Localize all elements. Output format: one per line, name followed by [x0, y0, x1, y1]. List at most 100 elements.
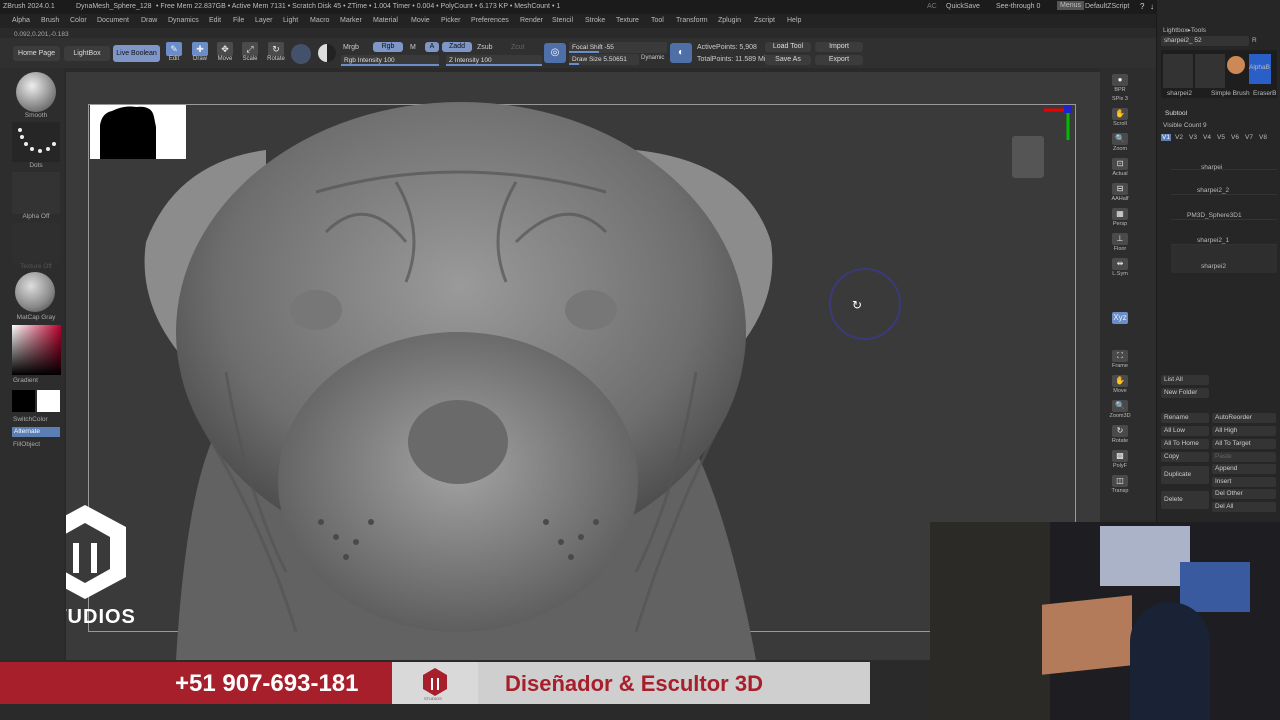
subtool-item[interactable]: sharpei	[1171, 144, 1277, 171]
actual-button[interactable]: ⊡ Actual	[1104, 158, 1136, 177]
autoreorder-button[interactable]: AutoReorder	[1212, 413, 1276, 423]
menu-brush[interactable]: Brush	[41, 17, 59, 24]
menu-stencil[interactable]: Stencil	[552, 17, 573, 24]
v1-button[interactable]: V1	[1161, 134, 1171, 141]
menu-texture[interactable]: Texture	[616, 17, 639, 24]
subtool-item[interactable]: sharpei2_2	[1171, 170, 1277, 195]
v6-button[interactable]: V6	[1231, 134, 1239, 141]
menu-light[interactable]: Light	[283, 17, 298, 24]
texture-slot[interactable]	[12, 223, 60, 263]
quicksave-button[interactable]: QuickSave	[946, 3, 980, 10]
rotate-view-button[interactable]: ↻ Rotate	[1104, 425, 1136, 444]
subtool-item[interactable]: PM3D_Sphere3D1	[1171, 195, 1277, 220]
delete-button[interactable]: Delete	[1161, 491, 1209, 509]
axis-gizmo[interactable]	[1038, 102, 1078, 152]
aahalf-button[interactable]: ⊟ AAHalf	[1104, 183, 1136, 202]
zcut-toggle[interactable]: Zcut	[511, 44, 525, 51]
main-color-swatch[interactable]	[37, 390, 60, 412]
menu-macro[interactable]: Macro	[310, 17, 329, 24]
menu-transform[interactable]: Transform	[676, 17, 708, 24]
rgb-intensity-slider[interactable]: Rgb Intensity 100	[341, 55, 439, 66]
view-cube-icon[interactable]	[1012, 136, 1044, 178]
transp-button[interactable]: ◫ Transp	[1104, 475, 1136, 494]
menu-material[interactable]: Material	[373, 17, 398, 24]
scroll-button[interactable]: ✋ Scroll	[1104, 108, 1136, 127]
menus-button[interactable]: Menus	[1057, 1, 1085, 10]
paste-button[interactable]: Paste	[1212, 452, 1276, 462]
help-icon[interactable]: ?	[1140, 2, 1144, 11]
draw-mode-button[interactable]: ✚ Draw	[189, 42, 211, 66]
m-toggle[interactable]: M	[410, 44, 416, 51]
load-tool-button[interactable]: Load Tool	[765, 42, 811, 52]
v5-button[interactable]: V5	[1217, 134, 1225, 141]
focal-shift-icon[interactable]: ◎	[544, 43, 566, 63]
mrgb-toggle[interactable]: Mrgb	[343, 44, 359, 51]
v2-button[interactable]: V2	[1175, 134, 1183, 141]
r-button[interactable]: R	[1252, 37, 1257, 44]
menu-zplugin[interactable]: Zplugin	[718, 17, 741, 24]
menu-draw[interactable]: Draw	[141, 17, 157, 24]
v7-button[interactable]: V7	[1245, 134, 1253, 141]
insert-button[interactable]: Insert	[1212, 477, 1276, 487]
zoom-button[interactable]: 🔍 Zoom	[1104, 133, 1136, 152]
dynamic-size-icon[interactable]: ◐	[670, 43, 692, 63]
rename-button[interactable]: Rename	[1161, 413, 1209, 423]
menu-alpha[interactable]: Alpha	[12, 17, 30, 24]
del-all-button[interactable]: Del All	[1212, 502, 1276, 512]
draw-size-slider[interactable]: Draw Size 5.50651	[569, 54, 639, 65]
spix-button[interactable]: SPix 3	[1104, 96, 1136, 102]
bpr-button[interactable]: ● BPR	[1104, 74, 1136, 93]
save-as-button[interactable]: Save As	[765, 55, 811, 65]
persp-button[interactable]: ▦ Persp	[1104, 208, 1136, 227]
move-view-button[interactable]: ✋ Move	[1104, 375, 1136, 394]
list-all-button[interactable]: List All	[1161, 375, 1209, 385]
fillobject-button[interactable]: FillObject	[13, 441, 61, 448]
stroke-dots-icon[interactable]	[12, 122, 60, 162]
polyf-button[interactable]: ▩ PolyF	[1104, 450, 1136, 469]
dynamic-toggle[interactable]: Dynamic	[641, 55, 664, 61]
lsym-button[interactable]: ⇹ L.Sym	[1104, 258, 1136, 277]
rgb-toggle[interactable]: Rgb	[373, 42, 403, 52]
lightbox-button[interactable]: LightBox	[64, 46, 110, 61]
menu-zscript[interactable]: Zscript	[754, 17, 775, 24]
menu-marker[interactable]: Marker	[340, 17, 362, 24]
arrow-down-icon[interactable]: ↓	[1150, 2, 1154, 11]
del-other-button[interactable]: Del Other	[1212, 489, 1276, 499]
menu-render[interactable]: Render	[520, 17, 543, 24]
tool-thumb-2[interactable]	[1195, 54, 1225, 88]
menu-dynamics[interactable]: Dynamics	[168, 17, 199, 24]
all-to-home-button[interactable]: All To Home	[1161, 439, 1209, 449]
secondary-color-swatch[interactable]	[12, 390, 35, 412]
append-button[interactable]: Append	[1212, 464, 1276, 474]
new-folder-button[interactable]: New Folder	[1161, 388, 1209, 398]
all-high-button[interactable]: All High	[1212, 426, 1276, 436]
smooth-brush-icon[interactable]	[16, 72, 56, 112]
material-sphere-icon[interactable]	[318, 44, 336, 62]
gradient-label[interactable]: Gradient	[13, 377, 61, 384]
v3-button[interactable]: V3	[1189, 134, 1197, 141]
scale-mode-button[interactable]: ⤢ Scale	[239, 42, 261, 66]
all-to-target-button[interactable]: All To Target	[1212, 439, 1276, 449]
zadd-toggle[interactable]: Zadd	[442, 42, 472, 52]
move-mode-button[interactable]: ✥ Move	[214, 42, 236, 66]
subtool-item[interactable]: sharpei2_1	[1171, 220, 1277, 245]
v4-button[interactable]: V4	[1203, 134, 1211, 141]
subtool-item-selected[interactable]: sharpei2	[1171, 245, 1277, 273]
z-intensity-slider[interactable]: Z Intensity 100	[446, 55, 542, 66]
rotate-mode-button[interactable]: ↻ Rotate	[265, 42, 287, 66]
alpha-slot[interactable]	[12, 172, 60, 214]
live-boolean-button[interactable]: Live Boolean	[113, 45, 160, 62]
default-zscript-button[interactable]: DefaultZScript	[1085, 3, 1129, 10]
menu-edit[interactable]: Edit	[209, 17, 221, 24]
home-page-button[interactable]: Home Page	[13, 46, 60, 61]
alternate-button[interactable]: Alternate	[12, 427, 60, 437]
menu-layer[interactable]: Layer	[255, 17, 273, 24]
see-through-slider[interactable]: See-through 0	[996, 3, 1040, 10]
menu-document[interactable]: Document	[97, 17, 129, 24]
gyro-icon[interactable]	[291, 44, 311, 64]
visible-count-slider[interactable]: Visible Count 9	[1163, 122, 1207, 129]
menu-picker[interactable]: Picker	[441, 17, 460, 24]
menu-preferences[interactable]: Preferences	[471, 17, 509, 24]
menu-stroke[interactable]: Stroke	[585, 17, 605, 24]
frame-button[interactable]: ⛶ Frame	[1104, 350, 1136, 369]
